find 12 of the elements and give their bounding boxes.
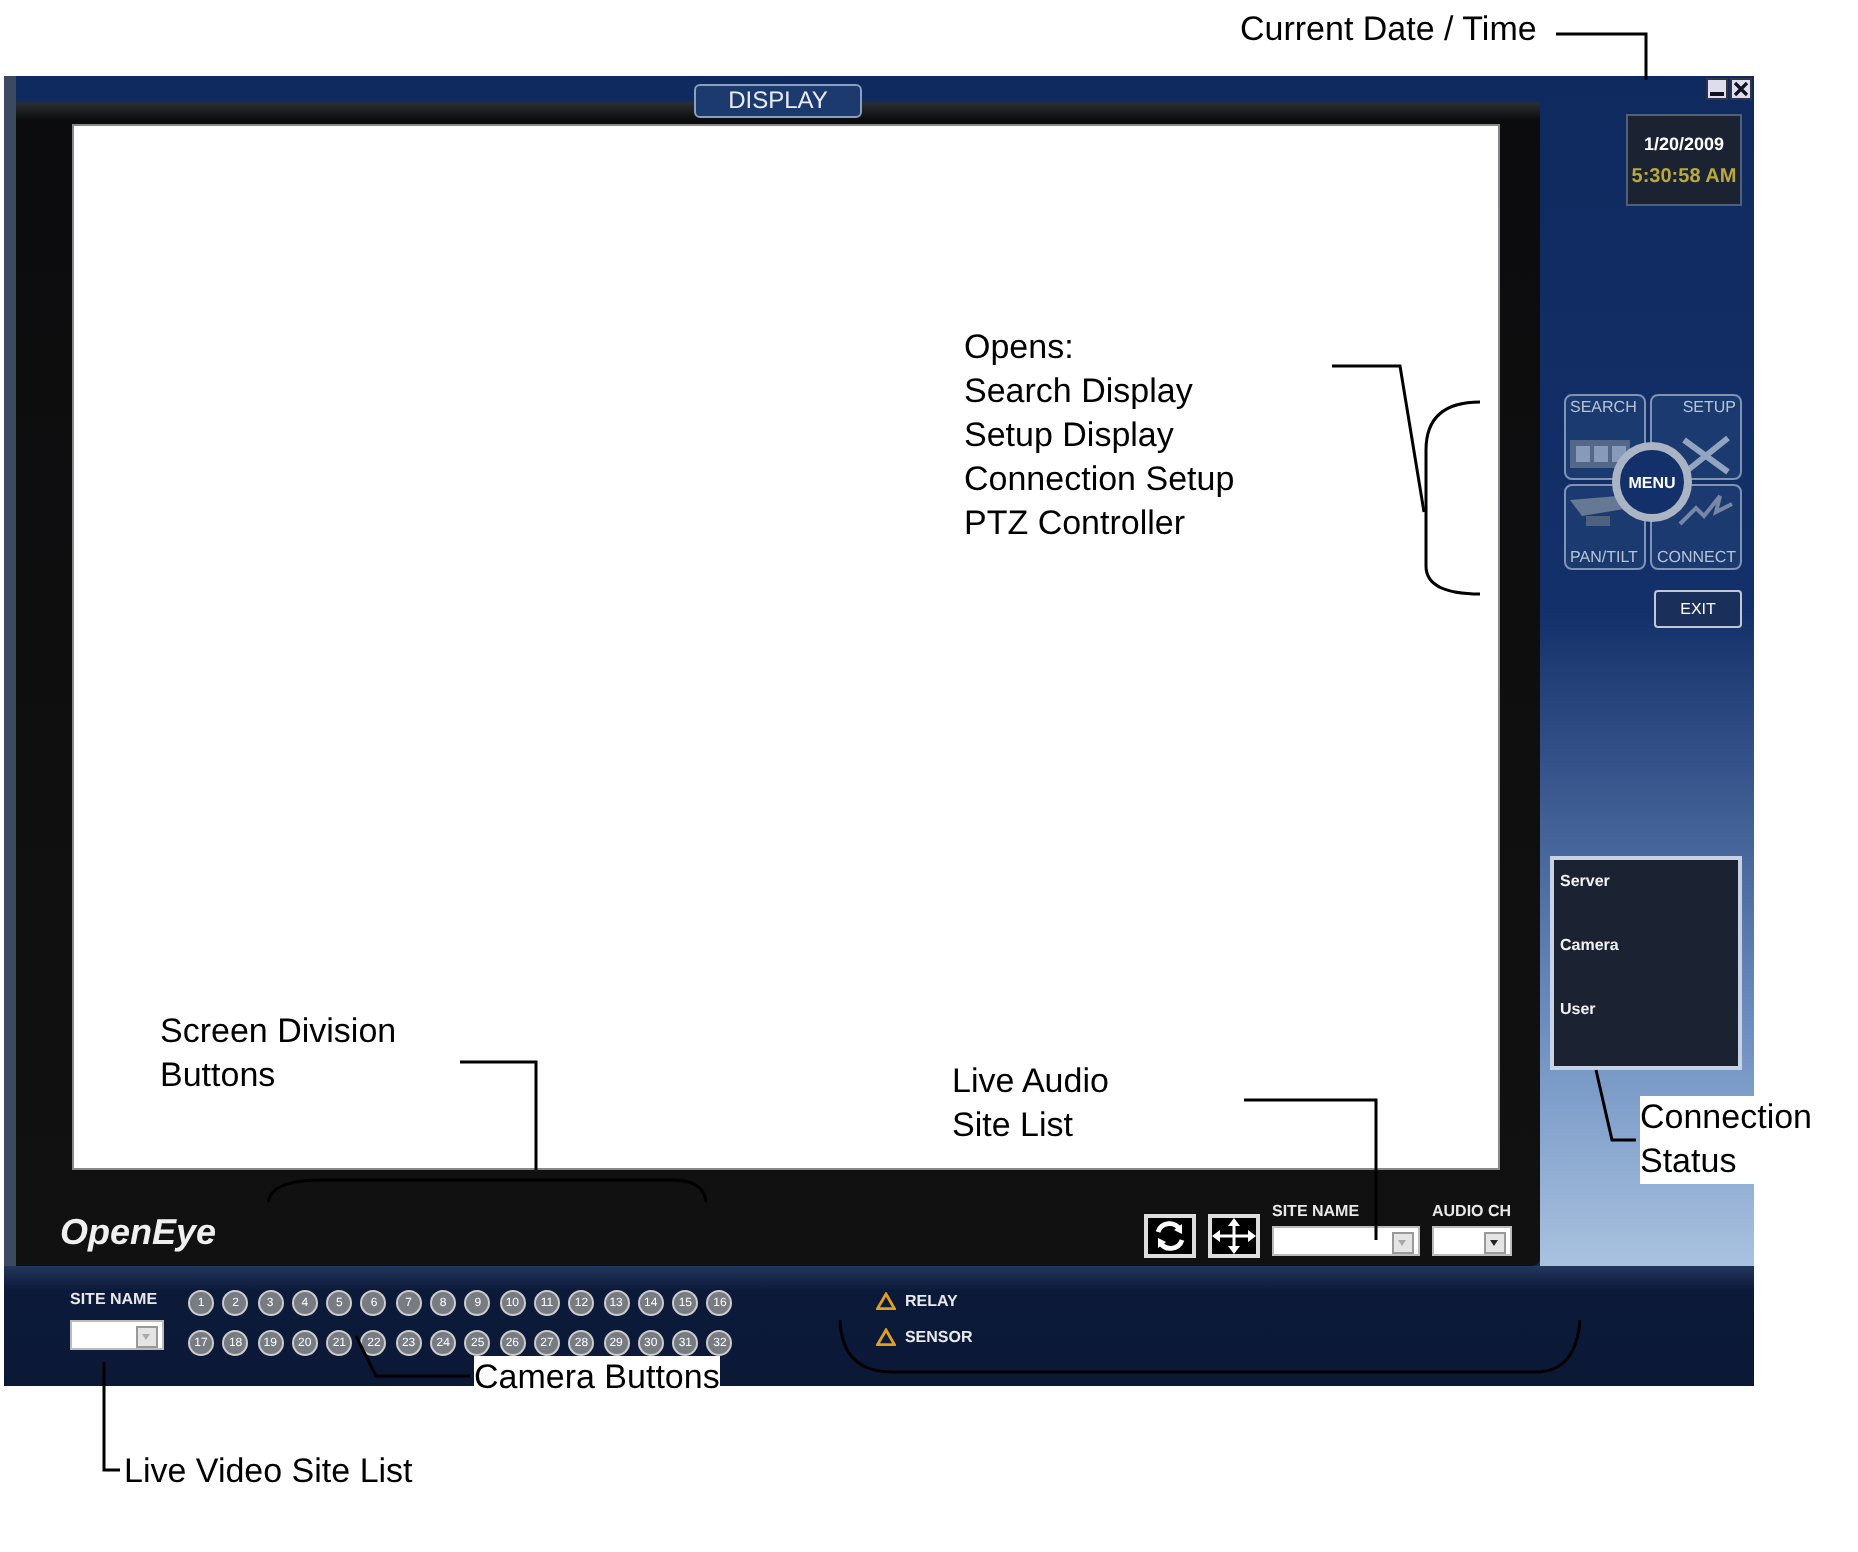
- audio-channel-label: AUDIO CH: [1432, 1201, 1512, 1219]
- site-name-label: SITE NAME: [1272, 1201, 1362, 1219]
- status-label: User: [1560, 1000, 1598, 1018]
- status-label: Camera: [1560, 936, 1621, 954]
- alarm-label: SENSOR: [904, 1328, 973, 1346]
- callout-text: Connection Status: [1640, 1096, 1813, 1184]
- status-label: Server: [1560, 872, 1612, 890]
- date-text: 1/20/2009: [1643, 133, 1725, 153]
- logo: OpenEye: [60, 1209, 217, 1253]
- alarm-label: RELAY: [904, 1292, 958, 1310]
- time-text: 5:30:58 AM: [1631, 165, 1737, 187]
- site-name-label: SITE NAME: [70, 1290, 160, 1308]
